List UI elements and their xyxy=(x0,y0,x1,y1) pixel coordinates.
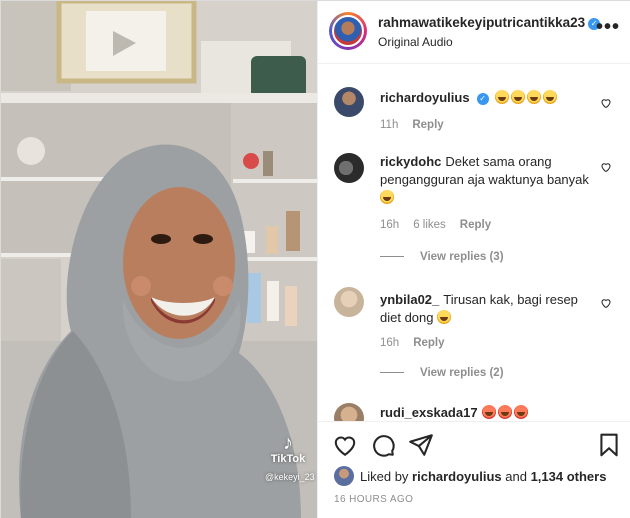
comment-likes-count[interactable]: 6 likes xyxy=(413,219,446,231)
liked-by-summary[interactable]: Liked by richardoyulius and 1,134 others xyxy=(334,466,606,488)
comment-age: 16h xyxy=(380,337,400,349)
reply-button[interactable]: Reply xyxy=(412,119,443,131)
ellipsis-icon: ••• xyxy=(595,16,620,38)
grinning-emoji-icon xyxy=(510,90,525,104)
disappointed-emoji-icon xyxy=(437,310,452,324)
reply-button[interactable]: Reply xyxy=(413,337,444,349)
heart-eyes-emoji-icon xyxy=(497,405,512,419)
comment-avatar[interactable] xyxy=(334,287,364,317)
post-timestamp[interactable]: 16 HOURS AGO xyxy=(334,494,413,505)
comment-text: rickydohc Deket sama orang pengangguran a… xyxy=(380,153,598,207)
post-modal: ♪ TikTok @kekeyi_23 rahmawatikekeyiputri… xyxy=(0,0,630,518)
post-actions-bar: Liked by richardoyulius and 1,134 others… xyxy=(318,421,630,518)
bookmark-icon[interactable] xyxy=(596,432,622,458)
grinning-emoji-icon xyxy=(494,90,509,104)
comment-text: rudi_exskada17 xyxy=(380,404,598,421)
comment-like-heart-icon[interactable] xyxy=(600,161,612,173)
replies-divider xyxy=(380,256,404,258)
post-side-panel: rahmawatikekeyiputricantikka23 ✓ Original… xyxy=(317,1,630,518)
owner-username[interactable]: rahmawatikekeyiputricantikka23 ✓ xyxy=(378,15,601,30)
comment-username[interactable]: rudi_exskada17 xyxy=(380,405,478,420)
grinning-emoji-icon xyxy=(526,90,541,104)
comment-bubble-icon[interactable] xyxy=(370,432,396,458)
comments-list[interactable]: richardoyulius ✓ 11h Reply rickydohc Deket … xyxy=(318,65,630,421)
comment-text: ynbila02_ Tirusan kak, bagi resep diet do… xyxy=(380,291,598,327)
post-header: rahmawatikekeyiputricantikka23 ✓ Original… xyxy=(318,1,630,64)
view-replies-button[interactable]: View replies (2) xyxy=(380,367,504,379)
heart-eyes-emoji-icon xyxy=(481,405,496,419)
liked-by-joiner: and xyxy=(505,469,527,484)
liker-username[interactable]: richardoyulius xyxy=(412,469,502,484)
view-replies-button[interactable]: View replies (3) xyxy=(380,251,504,263)
owner-username-text[interactable]: rahmawatikekeyiputricantikka23 xyxy=(378,15,585,30)
tiktok-handle-text: @kekeyi_23 xyxy=(265,472,315,482)
tiktok-watermark: ♪ TikTok xyxy=(263,433,313,466)
audio-label[interactable]: Original Audio xyxy=(378,35,453,49)
comment-meta: 16h 6 likes Reply xyxy=(380,219,505,231)
likes-others-count[interactable]: 1,134 others xyxy=(531,469,607,484)
comment-text: richardoyulius ✓ xyxy=(380,89,598,107)
tiktok-logo-icon: ♪ xyxy=(283,432,293,454)
comment-meta: 16h Reply xyxy=(380,337,459,349)
heart-icon[interactable] xyxy=(332,432,358,458)
heart-eyes-emoji-icon xyxy=(513,405,528,419)
grimacing-emoji-icon xyxy=(380,190,394,204)
paper-plane-icon[interactable] xyxy=(408,432,434,458)
comment-avatar[interactable] xyxy=(334,87,364,117)
view-replies-label[interactable]: View replies (2) xyxy=(420,367,504,379)
post-video[interactable]: ♪ TikTok @kekeyi_23 xyxy=(1,1,317,518)
liked-by-prefix: Liked by xyxy=(360,469,409,484)
comment-like-heart-icon[interactable] xyxy=(600,297,612,309)
more-options-button[interactable]: ••• xyxy=(595,16,620,38)
verified-badge-icon: ✓ xyxy=(476,93,489,105)
reply-button[interactable]: Reply xyxy=(460,219,491,231)
owner-avatar[interactable] xyxy=(329,12,367,50)
liker-avatar[interactable] xyxy=(334,466,354,486)
comment-avatar[interactable] xyxy=(334,403,364,421)
comment-age: 16h xyxy=(380,219,400,231)
comment-username[interactable]: richardoyulius xyxy=(380,90,470,105)
comment-meta: 11h Reply xyxy=(380,119,458,131)
comment-avatar[interactable] xyxy=(334,153,364,183)
comment-username[interactable]: rickydohc xyxy=(380,154,441,169)
tiktok-brand-text: TikTok xyxy=(270,453,306,465)
grinning-emoji-icon xyxy=(542,90,557,104)
comment-username[interactable]: ynbila02_ xyxy=(380,292,439,307)
comment-age: 11h xyxy=(380,119,399,131)
replies-divider xyxy=(380,372,404,374)
view-replies-label[interactable]: View replies (3) xyxy=(420,251,504,263)
comment-like-heart-icon[interactable] xyxy=(600,97,612,109)
